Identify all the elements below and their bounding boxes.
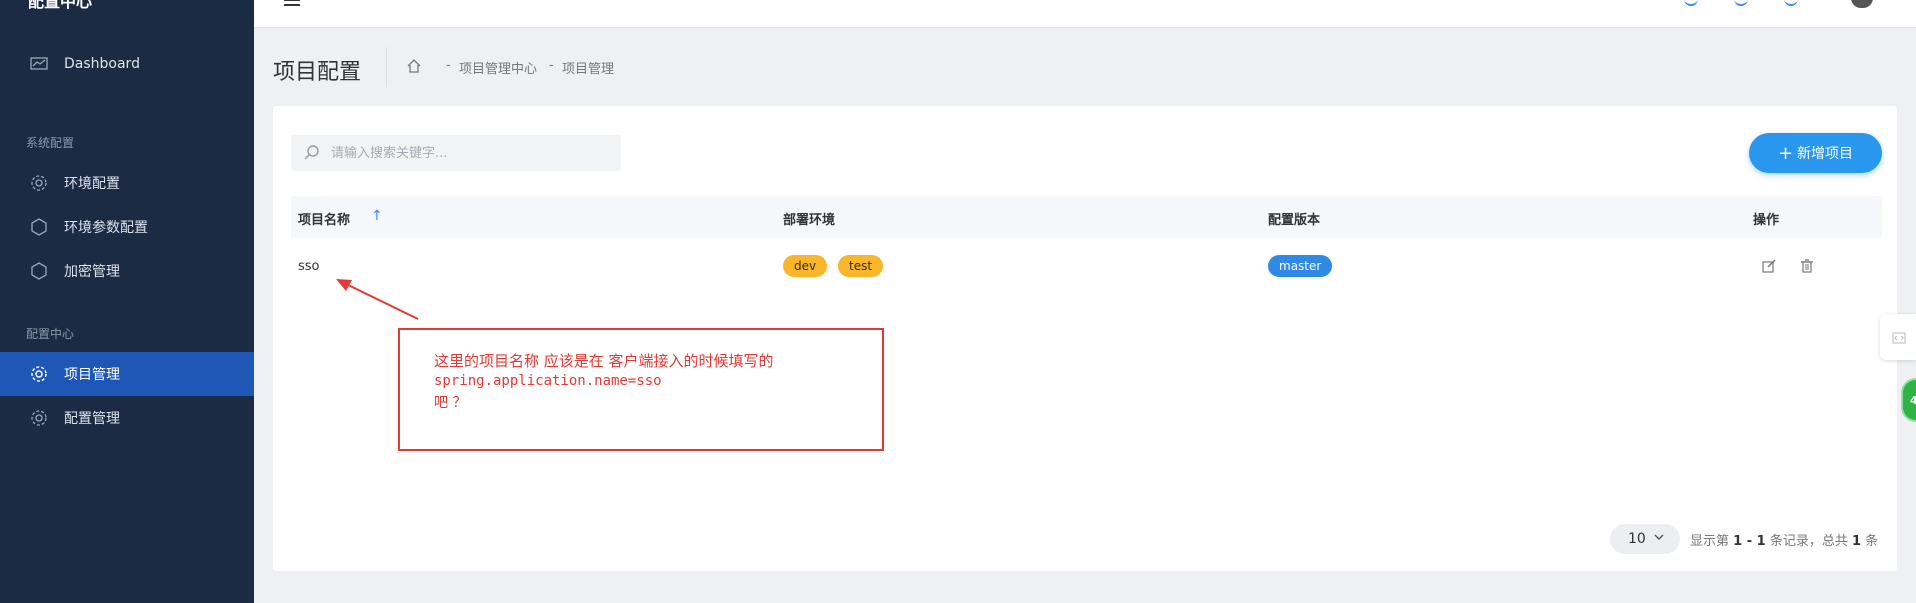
breadcrumb-item[interactable]: 项目管理 <box>562 58 614 77</box>
column-header-actions: 操作 <box>1753 213 1780 228</box>
sidebar-item-dashboard[interactable]: Dashboard <box>0 42 254 86</box>
help-icon[interactable] <box>1784 0 1798 6</box>
sidebar-item-config-manage[interactable]: 配置管理 <box>0 396 254 440</box>
annotation-box <box>398 328 884 451</box>
breadcrumb-separator: - <box>446 58 451 73</box>
sidebar-item-label: 环境参数配置 <box>64 220 148 236</box>
sidebar-item-label: 加密管理 <box>64 264 120 280</box>
gear-icon <box>30 174 48 192</box>
floating-badge[interactable]: 45 <box>1901 378 1916 422</box>
notification-icon[interactable] <box>1684 0 1698 6</box>
search-icon <box>303 144 321 162</box>
table-row: sso dev test master <box>291 248 1882 284</box>
search-input[interactable] <box>291 135 621 171</box>
hexagon-icon <box>30 262 48 280</box>
sidebar-item-env-config[interactable]: 环境配置 <box>0 161 254 205</box>
env-tag: test <box>838 255 884 277</box>
chart-icon <box>30 55 48 73</box>
column-header-version: 配置版本 <box>1268 213 1321 228</box>
section-label-system: 系统配置 <box>26 136 75 150</box>
top-bar <box>254 0 1916 28</box>
sidebar-item-label: 环境配置 <box>64 176 120 192</box>
annotation-arrow <box>336 279 419 320</box>
add-project-button[interactable]: + 新增项目 <box>1749 133 1882 173</box>
column-header-env: 部署环境 <box>783 213 836 228</box>
annotation-text: 这里的项目名称 应该是在 客户端接入的时候填写的 <box>434 352 774 370</box>
title-divider <box>386 47 387 87</box>
sidebar-item-label: 配置管理 <box>64 411 120 427</box>
delete-icon[interactable] <box>1799 258 1815 274</box>
gear-icon <box>30 365 48 383</box>
breadcrumb-item[interactable]: 项目管理中心 <box>459 58 537 77</box>
project-name-cell: sso <box>298 259 320 274</box>
gear-icon <box>30 409 48 427</box>
sidebar-item-label: 项目管理 <box>64 367 120 383</box>
breadcrumb-separator: - <box>549 58 554 73</box>
sidebar-item-env-param-config[interactable]: 环境参数配置 <box>0 205 254 249</box>
page-size-value: 10 <box>1628 531 1646 547</box>
annotation-text: 吧 ？ <box>434 395 467 411</box>
message-icon[interactable] <box>1734 0 1748 6</box>
column-header-name[interactable]: 项目名称 ↑ <box>298 208 383 228</box>
app-brand: 配置中心 <box>28 0 93 11</box>
page-title: 项目配置 <box>273 60 362 85</box>
pagination-info: 显示第 1 - 1 条记录，总共 1 条 <box>1690 534 1879 549</box>
page-size-select[interactable]: 10 <box>1610 524 1680 554</box>
env-tag: dev <box>783 255 828 277</box>
add-project-label: 新增项目 <box>1797 146 1854 162</box>
annotation-code: spring.application.name=sso <box>434 373 662 389</box>
home-icon[interactable] <box>406 58 422 74</box>
menu-toggle-icon[interactable] <box>284 0 300 6</box>
avatar[interactable] <box>1851 0 1873 8</box>
sidebar-item-label: Dashboard <box>64 56 140 72</box>
sort-ascending-icon[interactable]: ↑ <box>371 208 383 224</box>
sidebar: 配置中心 Dashboard 系统配置 环境配置 环境参数配置 加密管理 配置中… <box>0 0 254 603</box>
sidebar-item-project-manage[interactable]: 项目管理 <box>0 352 254 396</box>
chevron-down-icon <box>1652 530 1666 544</box>
edit-icon[interactable] <box>1761 258 1777 274</box>
code-icon <box>1892 330 1906 344</box>
plus-icon: + <box>1777 142 1794 164</box>
column-header-label: 项目名称 <box>298 213 351 228</box>
section-label-config-center: 配置中心 <box>26 327 75 341</box>
table-header: 项目名称 ↑ 部署环境 配置版本 操作 <box>291 196 1882 238</box>
hexagon-icon <box>30 218 48 236</box>
sidebar-item-encrypt-manage[interactable]: 加密管理 <box>0 249 254 293</box>
version-tag: master <box>1268 255 1333 277</box>
